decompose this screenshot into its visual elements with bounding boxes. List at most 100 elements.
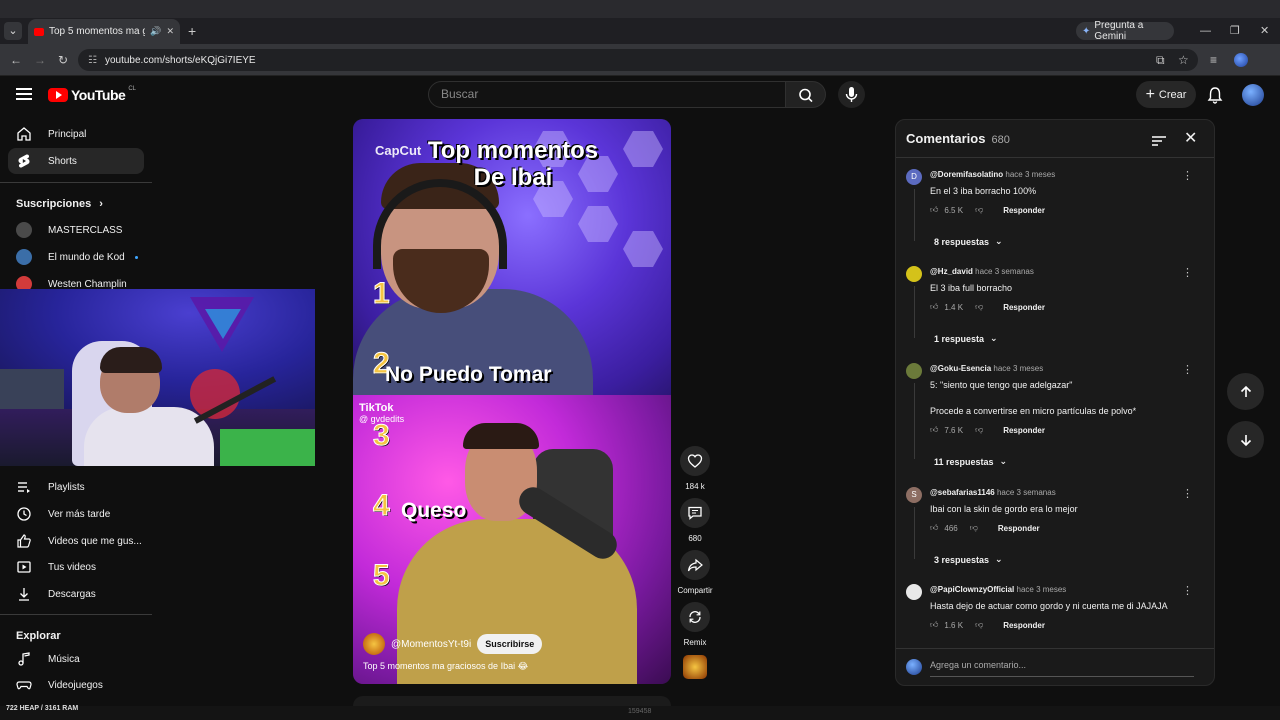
previous-short-button[interactable] [1227, 373, 1264, 410]
reply-button[interactable]: Responder [1003, 303, 1045, 312]
channel-avatar[interactable] [363, 633, 385, 655]
like-button[interactable] [680, 446, 710, 476]
forward-arrow-icon[interactable]: → [34, 52, 46, 68]
subscriptions-header[interactable]: Suscripciones › [16, 198, 103, 210]
thumbs-down-icon[interactable]: 👎︎ [975, 302, 983, 312]
reply-button[interactable]: Responder [1003, 426, 1045, 435]
sort-comments-icon[interactable] [1152, 134, 1166, 152]
comment-avatar[interactable]: S [906, 487, 922, 503]
comment-author[interactable]: @sebafarias1146 [930, 488, 995, 497]
channel-name[interactable]: @MomentosYt-t9i [391, 639, 471, 650]
thumbs-down-icon[interactable]: 👎︎ [975, 425, 983, 435]
search-button[interactable] [786, 81, 826, 108]
close-window-icon[interactable]: ✕ [1260, 22, 1269, 40]
thumbs-down-icon[interactable]: 👎︎ [975, 620, 983, 630]
comments-action[interactable]: 680 [680, 498, 710, 543]
remix-action[interactable]: Remix [680, 602, 710, 647]
reading-list-icon[interactable]: ≡ [1210, 52, 1217, 68]
heart-icon [687, 454, 703, 468]
sidebar-item-gaming[interactable]: Videojuegos [8, 672, 144, 698]
sidebar-item-your-videos[interactable]: Tus videos [8, 554, 144, 580]
rank-number: 1 [373, 277, 391, 311]
account-avatar[interactable] [1242, 84, 1264, 106]
comment-more-icon[interactable]: ⋮ [1182, 487, 1193, 500]
show-replies-button[interactable]: 11 respuestas ⌄ [934, 456, 1007, 467]
sidebar-item-music[interactable]: Música [8, 646, 144, 672]
shorts-player[interactable]: CapCut Top momentos De Ibai 1 2 No Puedo… [353, 119, 671, 684]
reply-button[interactable]: Responder [1003, 206, 1045, 215]
browser-profile-avatar[interactable] [1234, 53, 1248, 67]
site-info-icon[interactable]: ☷ [88, 55, 97, 66]
notifications-bell-icon[interactable] [1207, 86, 1223, 109]
voice-search-button[interactable] [838, 81, 865, 108]
next-short-button[interactable] [1227, 421, 1264, 458]
comment-avatar[interactable] [906, 584, 922, 600]
install-app-icon[interactable]: ⧉ [1156, 52, 1165, 68]
comment-avatar[interactable] [906, 363, 922, 379]
comment-more-icon[interactable]: ⋮ [1182, 584, 1193, 597]
omnibox[interactable]: ☷ youtube.com/shorts/eKQjGi7IEYE [78, 49, 1198, 71]
comment-author[interactable]: @Doremifasolatino [930, 170, 1003, 179]
minimize-icon[interactable]: — [1200, 22, 1211, 40]
add-comment-input[interactable]: Agrega un comentario... [930, 660, 1026, 670]
close-comments-icon[interactable]: ✕ [1184, 131, 1197, 147]
reply-button[interactable]: Responder [1003, 621, 1045, 630]
thumbs-up-icon[interactable]: 👍︎ [930, 523, 938, 533]
comment-more-icon[interactable]: ⋮ [1182, 266, 1193, 279]
tab-close-icon[interactable]: ✕ [166, 26, 174, 37]
sidebar-item-downloads[interactable]: Descargas [8, 581, 144, 607]
comment-more-icon[interactable]: ⋮ [1182, 363, 1193, 376]
back-arrow-icon[interactable]: ← [10, 52, 22, 68]
reply-button[interactable]: Responder [998, 524, 1040, 533]
guide-menu-icon[interactable] [16, 88, 32, 100]
thumbs-up-icon[interactable]: 👍︎ [930, 205, 938, 215]
like-action[interactable]: 184 k [680, 446, 710, 491]
new-tab-button[interactable]: + [188, 22, 196, 40]
comment-author[interactable]: @Hz_david [930, 267, 973, 276]
show-replies-button[interactable]: 1 respuesta ⌄ [934, 333, 998, 344]
show-replies-button[interactable]: 8 respuestas ⌄ [934, 236, 1003, 247]
sidebar-divider [0, 614, 152, 615]
sidebar-sub-masterclass[interactable]: MASTERCLASS [8, 217, 144, 243]
comment-avatar[interactable]: D [906, 169, 922, 185]
bookmark-star-icon[interactable]: ☆ [1178, 52, 1189, 68]
gemini-button[interactable]: ✦ Pregunta a Gemini [1076, 20, 1174, 42]
comment-date: hace 3 meses [1005, 170, 1056, 179]
sidebar-item-label: Videojuegos [48, 679, 103, 691]
thumbs-up-icon[interactable]: 👍︎ [930, 425, 938, 435]
create-button[interactable]: + Crear [1136, 81, 1196, 108]
sidebar-sub-el-mundo-de-kod[interactable]: El mundo de Kod [8, 244, 144, 270]
gemini-sparkle-icon: ✦ [1082, 25, 1091, 37]
thumbs-up-icon[interactable]: 👍︎ [930, 302, 938, 312]
youtube-logo[interactable]: YouTube CL [48, 86, 136, 103]
share-button[interactable] [680, 550, 710, 580]
reload-icon[interactable]: ↻ [58, 52, 68, 68]
tab-audio-icon[interactable]: 🔊 [150, 26, 161, 37]
comment-author[interactable]: @Goku-Esencia [930, 364, 991, 373]
restore-icon[interactable]: ❐ [1230, 22, 1240, 40]
sidebar-item-liked-videos[interactable]: Videos que me gus... [8, 528, 144, 554]
comment-more-icon[interactable]: ⋮ [1182, 169, 1193, 182]
comment-author[interactable]: @PapiClownzyOfficial [930, 585, 1014, 594]
sound-source-avatar[interactable] [683, 655, 707, 679]
remix-button[interactable] [680, 602, 710, 632]
sidebar-item-shorts[interactable]: Shorts [8, 148, 144, 174]
comment-thread: @Goku-Esencia hace 3 meses 5: "siento qu… [906, 363, 1206, 475]
thumbs-down-icon[interactable]: 👎︎ [975, 205, 983, 215]
thumbs-up-icon[interactable]: 👍︎ [930, 620, 938, 630]
comment-avatar[interactable] [906, 266, 922, 282]
sidebar-item-watch-later[interactable]: Ver más tarde [8, 501, 144, 527]
browser-tab-active[interactable]: Top 5 momentos ma graciosos de Ibai 🔊 ✕ [28, 19, 180, 44]
tab-search-dropdown[interactable]: ⌄ [4, 22, 22, 40]
search-input[interactable]: Buscar [428, 81, 786, 108]
share-action[interactable]: Compartir [677, 550, 713, 595]
comments-button[interactable] [680, 498, 710, 528]
show-replies-button[interactable]: 3 respuestas ⌄ [934, 554, 1003, 565]
sidebar-item-playlists[interactable]: Playlists [8, 474, 144, 500]
comment-date: hace 3 meses [993, 364, 1044, 373]
thumbs-down-icon[interactable]: 👎︎ [970, 523, 978, 533]
comment-actions: 👍︎ 466 👎︎ Responder [930, 523, 1040, 533]
subscribe-button[interactable]: Suscribirse [477, 634, 543, 654]
sidebar-item-principal[interactable]: Principal [8, 121, 144, 147]
short-title[interactable]: Top 5 momentos ma graciosos de Ibai 😂 [363, 661, 528, 672]
